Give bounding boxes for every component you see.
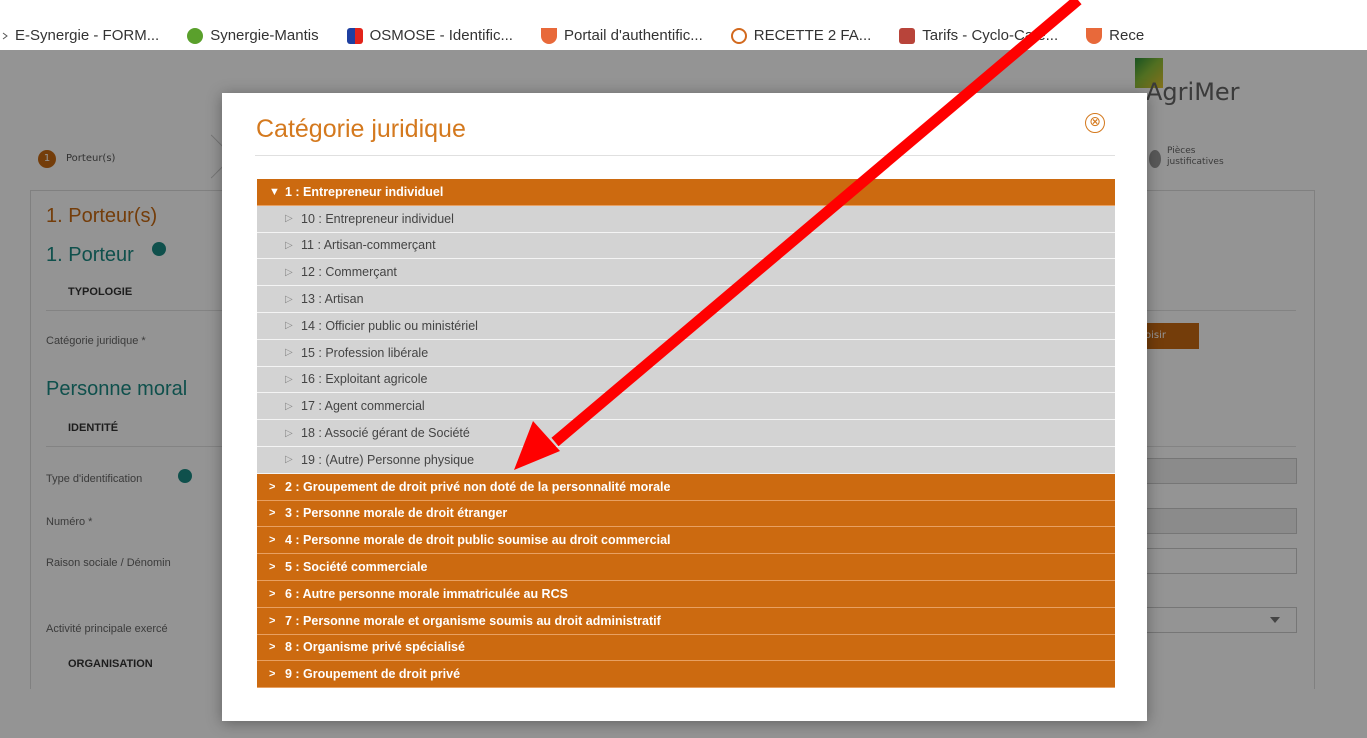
tree-row-label: 2 : Groupement de droit privé non doté d… [285,479,671,494]
bookmark-recette[interactable]: RECETTE 2 FA... [730,27,872,44]
bookmark-label: Tarifs - Cyclo-Café... [922,27,1059,44]
tree-row-label: 14 : Officier public ou ministériel [301,318,478,333]
leaf-triangle-icon[interactable]: ▷ [285,347,301,358]
collapsed-chevron-icon[interactable]: > [269,588,285,600]
shield-icon [1086,27,1103,44]
category-tree: ▼ 1 : Entrepreneur individuel ▷ 10 : Entrep… [257,179,1115,689]
tree-row-label: 10 : Entrepreneur individuel [301,211,454,226]
tree-subcategory-row[interactable]: ▷ 19 : (Autre) Personne physique [257,446,1115,474]
tree-subcategory-row[interactable]: ▷ 16 : Exploitant agricole [257,366,1115,394]
collapsed-chevron-icon[interactable]: > [269,561,285,573]
tree-row-label: 17 : Agent commercial [301,399,425,414]
bookmark-label: Rece [1109,27,1145,44]
modal-title: Catégorie juridique [256,115,466,143]
tree-row-label: 13 : Artisan [301,292,364,307]
leaf-triangle-icon[interactable]: ▷ [285,240,301,251]
collapsed-chevron-icon[interactable]: > [269,481,285,493]
mantis-icon [187,27,204,44]
tree-row-label: 9 : Groupement de droit privé [285,667,461,682]
collapsed-chevron-icon[interactable]: > [269,641,285,653]
tree-category-row[interactable]: >6 : Autre personne morale immatriculée … [257,580,1115,608]
leaf-triangle-icon[interactable]: ▷ [285,213,301,224]
leaf-triangle-icon[interactable]: ▷ [285,401,301,412]
bookmarks-bar: E-Synergie - FORM... Synergie-Mantis OSM… [0,0,1367,50]
tree-subcategory-row[interactable]: ▷ 17 : Agent commercial [257,393,1115,421]
tree-subcategory-row[interactable]: ▷ 14 : Officier public ou ministériel [257,312,1115,340]
leaf-triangle-icon[interactable]: ▷ [285,320,301,331]
tree-row-label: 11 : Artisan-commerçant [301,238,436,253]
tree-category-row[interactable]: >4 : Personne morale de droit public sou… [257,527,1115,555]
tree-row-label: 16 : Exploitant agricole [301,372,428,387]
cafe-icon [899,27,916,44]
bookmark-portail[interactable]: Portail d'authentific... [540,27,703,44]
bookmark-label: E-Synergie - FORM... [15,27,160,44]
tree-subcategory-row[interactable]: ▷ 18 : Associé gérant de Société [257,420,1115,447]
collapsed-chevron-icon[interactable]: > [269,534,285,546]
caret-icon [2,28,8,44]
tree-subcategory-row[interactable]: ▷ 10 : Entrepreneur individuel [257,205,1115,233]
bookmark-tarifs[interactable]: Tarifs - Cyclo-Café... [899,27,1058,44]
flag-icon [346,27,363,44]
bookmark-label: OSMOSE - Identific... [369,27,513,44]
bookmark-e-synergie[interactable]: E-Synergie - FORM... [2,27,159,44]
leaf-triangle-icon[interactable]: ▷ [285,374,301,385]
tree-row-label: 18 : Associé gérant de Société [301,426,470,441]
expanded-triangle-icon[interactable]: ▼ [269,186,285,198]
tree-row-label: 12 : Commerçant [301,265,397,280]
categorie-juridique-modal: Catégorie juridique ⊗ ▼ 1 : Entrepreneur … [222,93,1147,721]
tree-row-label: 8 : Organisme privé spécialisé [285,640,465,655]
tree-category-row[interactable]: >8 : Organisme privé spécialisé [257,634,1115,662]
tree-category-row[interactable]: >9 : Groupement de droit privé [257,661,1115,689]
collapsed-chevron-icon[interactable]: > [269,507,285,519]
tree-category-row[interactable]: >3 : Personne morale de droit étranger [257,500,1115,528]
tree-row-label: 1 : Entrepreneur individuel [285,184,444,199]
tree-subcategory-row[interactable]: ▷ 13 : Artisan [257,286,1115,313]
tree-row-label: 5 : Société commerciale [285,560,428,575]
tree-category-row[interactable]: >7 : Personne morale et organisme soumis… [257,607,1115,635]
bookmark-label: RECETTE 2 FA... [753,27,872,44]
bookmark-rece[interactable]: Rece [1086,27,1144,44]
collapsed-chevron-icon[interactable]: > [269,615,285,627]
tree-row-label: 6 : Autre personne morale immatriculée a… [285,586,568,601]
leaf-triangle-icon[interactable]: ▷ [285,294,301,305]
bookmark-label: Portail d'authentific... [563,27,703,44]
swirl-icon [730,27,747,44]
bookmark-synergie-mantis[interactable]: Synergie-Mantis [187,27,319,44]
tree-subcategory-row[interactable]: ▷ 11 : Artisan-commerçant [257,232,1115,260]
tree-category-row[interactable]: ▼ 1 : Entrepreneur individuel [257,179,1115,206]
tree-subcategory-row[interactable]: ▷ 12 : Commerçant [257,259,1115,287]
bookmark-osmose[interactable]: OSMOSE - Identific... [346,27,513,44]
tree-row-label: 3 : Personne morale de droit étranger [285,506,508,521]
tree-category-row[interactable]: >5 : Société commerciale [257,554,1115,581]
leaf-triangle-icon[interactable]: ▷ [285,454,301,465]
tree-subcategory-row[interactable]: ▷ 15 : Profession libérale [257,339,1115,367]
bookmark-label: Synergie-Mantis [210,27,319,44]
tree-row-label: 4 : Personne morale de droit public soum… [285,533,671,548]
close-icon[interactable]: ⊗ [1085,113,1105,133]
leaf-triangle-icon[interactable]: ▷ [285,267,301,278]
leaf-triangle-icon[interactable]: ▷ [285,428,301,439]
tree-row-label: 15 : Profession libérale [301,345,429,360]
shield-icon [540,27,557,44]
divider [255,155,1115,156]
tree-row-label: 7 : Personne morale et organisme soumis … [285,613,661,628]
tree-row-label: 19 : (Autre) Personne physique [301,452,475,467]
tree-category-row[interactable]: >2 : Groupement de droit privé non doté … [257,473,1115,501]
collapsed-chevron-icon[interactable]: > [269,668,285,680]
